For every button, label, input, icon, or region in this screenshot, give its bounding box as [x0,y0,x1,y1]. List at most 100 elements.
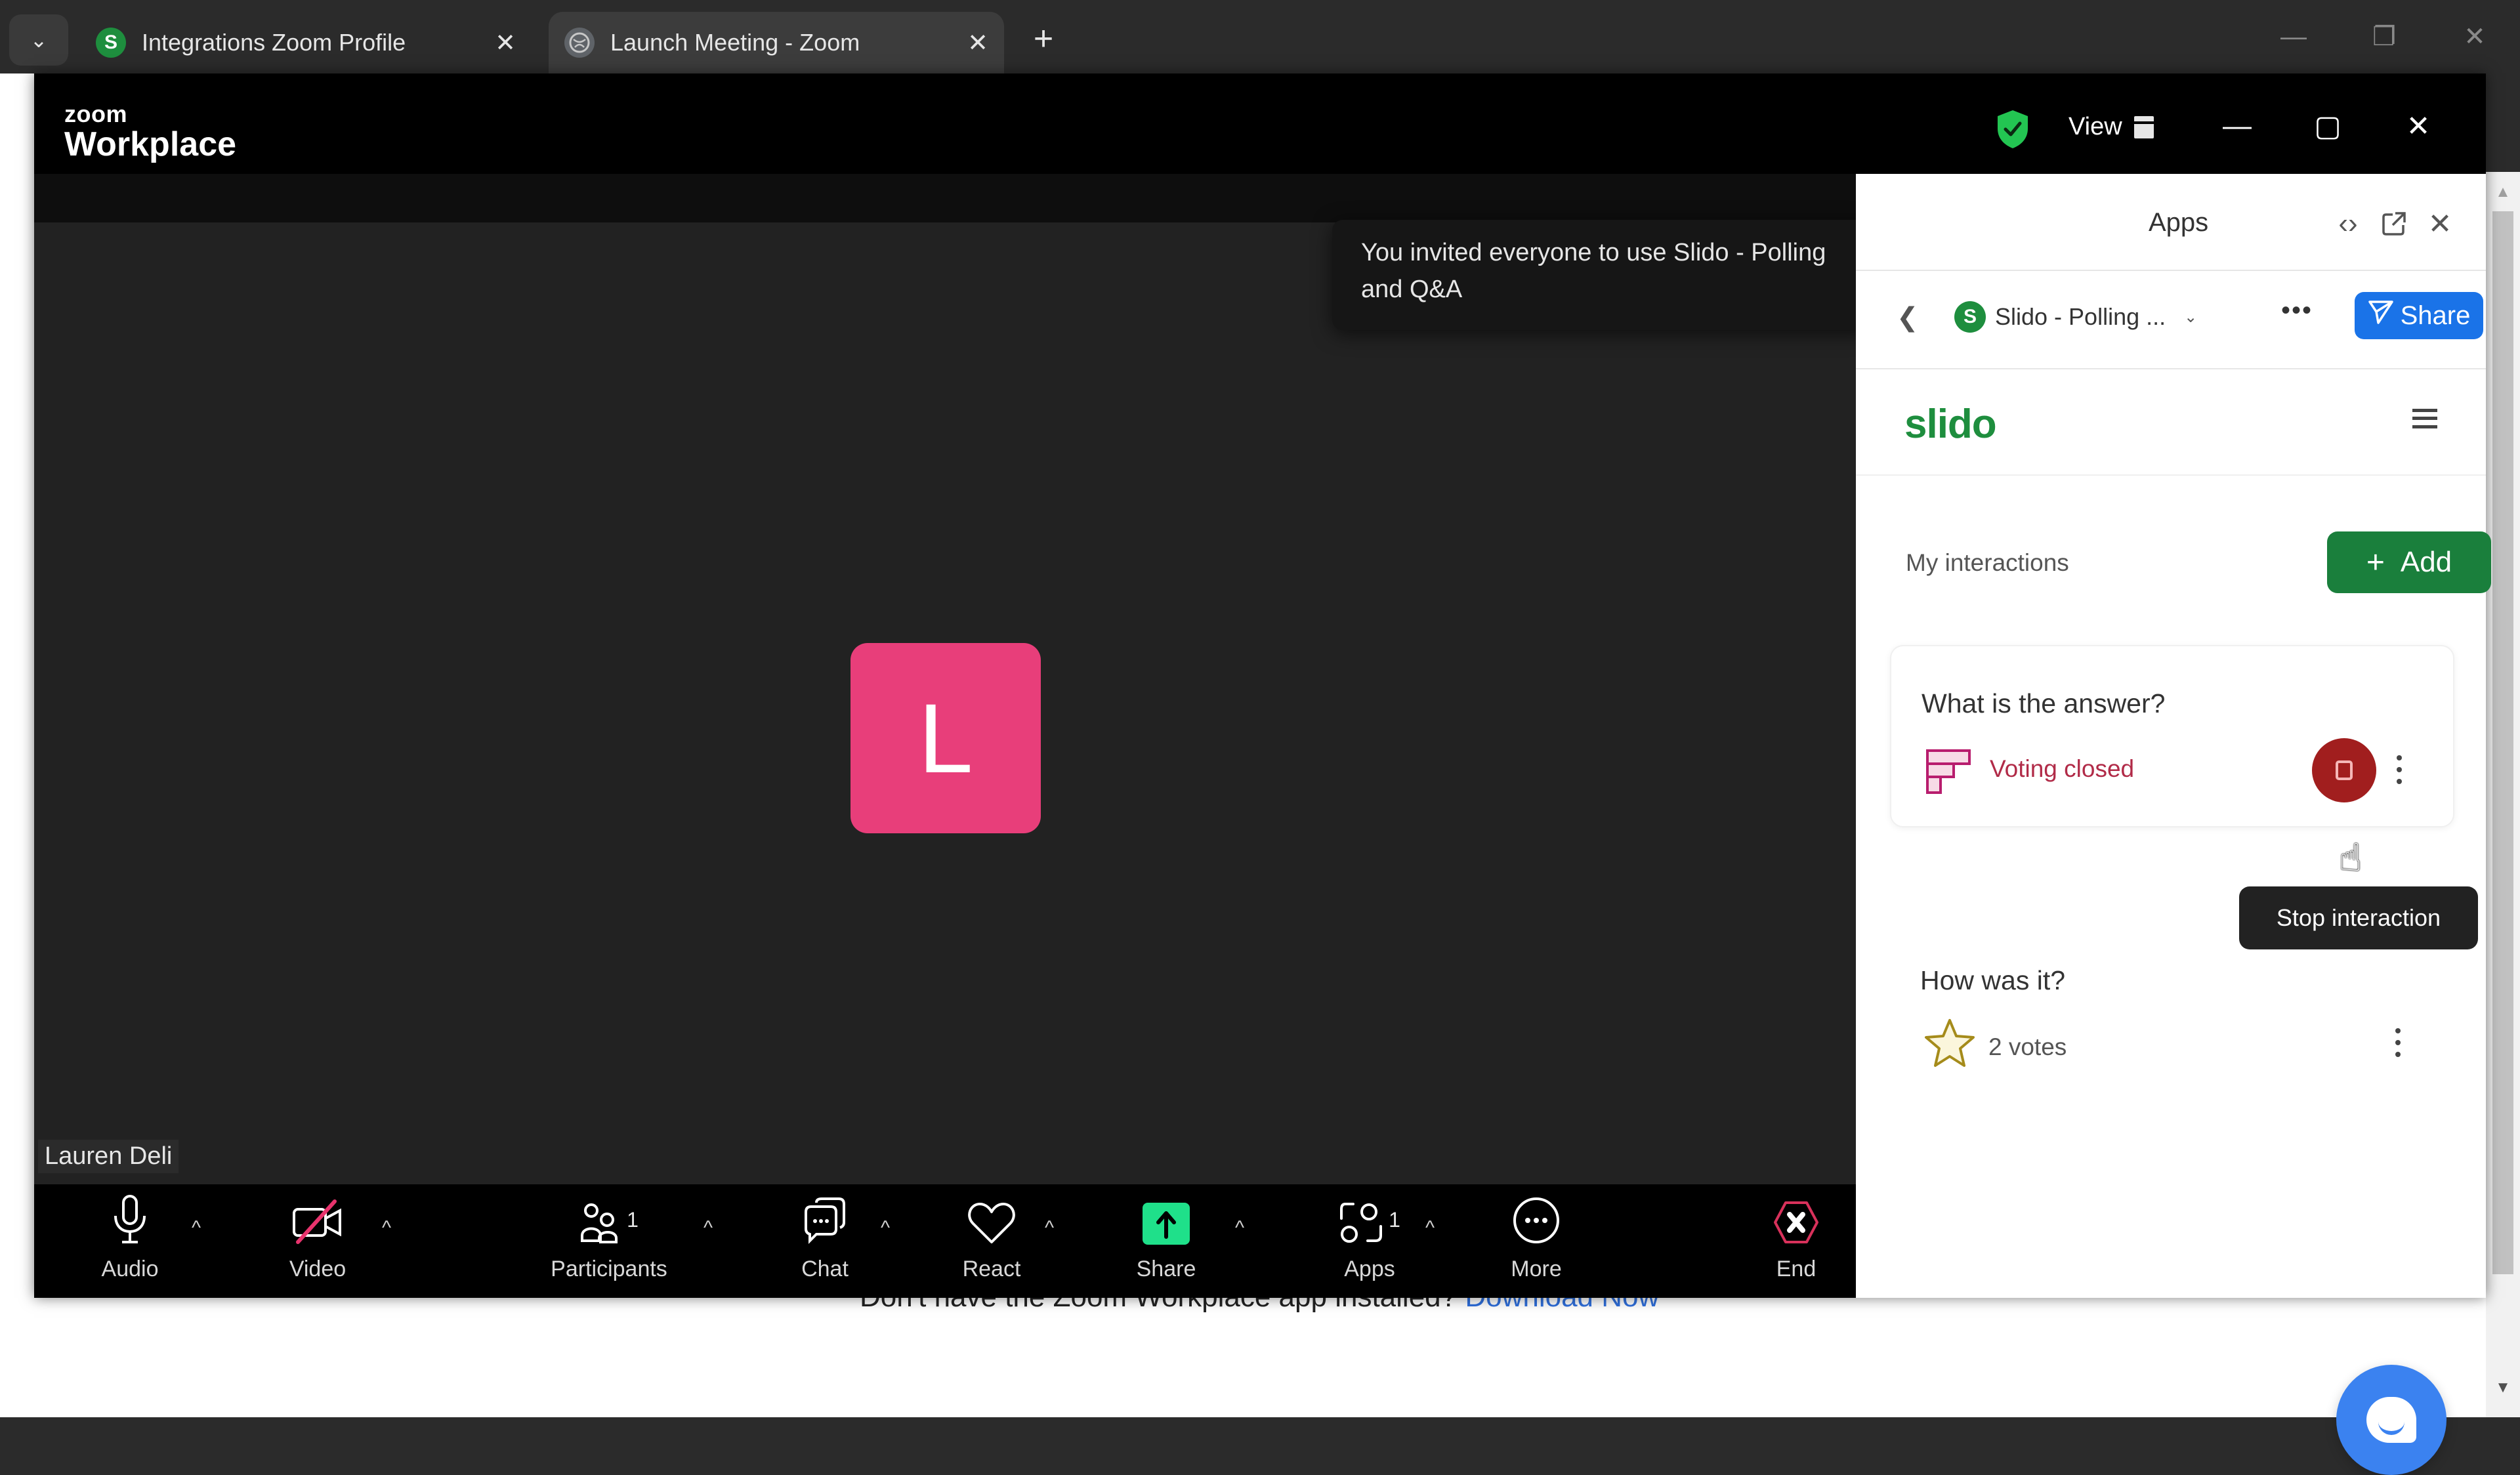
apps-icon: 1 [1339,1184,1400,1250]
chat-icon [802,1184,848,1250]
scroll-up-arrow-icon[interactable]: ▲ [2486,176,2520,209]
browser-restore-button[interactable]: ❐ [2339,0,2429,73]
apps-side-panel: Apps ‹› ✕ ❮ S Slido - Polling ... ⌄ ••• … [1856,174,2491,1298]
poll-bars-icon [1926,749,1971,794]
zoom-maximize-button[interactable]: ▢ [2298,100,2357,152]
interaction-more-icon[interactable] [2393,750,2406,789]
zoom-close-button[interactable]: ✕ [2389,100,2448,152]
globe-icon [564,28,595,58]
security-shield-icon[interactable] [1995,109,2030,150]
chat-options-caret-icon[interactable]: ^ [881,1217,890,1239]
interaction-more-icon[interactable] [2391,1023,2404,1062]
star-rating-icon [1925,1019,1975,1067]
plus-icon: + [2366,545,2385,580]
video-area: L Lauren Deli You invited everyone to us… [34,174,1872,1184]
scrollbar-thumb[interactable] [2492,211,2513,1274]
video-button[interactable]: Video [272,1184,364,1298]
video-options-caret-icon[interactable]: ^ [382,1217,391,1239]
chat-button[interactable]: Chat [789,1184,861,1298]
back-chevron-icon[interactable]: ❮ [1897,302,1919,333]
participant-avatar: L [850,643,1041,833]
participants-button[interactable]: 1 Participants [543,1184,675,1298]
meeting-toolbar: Audio ^ Video ^ 1 Participants ^ Chat ^ [34,1184,1856,1298]
tab-title: Integrations Zoom Profile [142,29,406,56]
votes-count: 2 votes [1988,1033,2067,1060]
zoom-meeting-window: zoom Workplace View — ▢ ✕ L Lauren Deli … [34,73,2491,1298]
react-options-caret-icon[interactable]: ^ [1045,1217,1054,1239]
browser-minimize-button[interactable]: — [2248,0,2339,73]
share-app-button[interactable]: Share [2355,292,2483,339]
share-screen-icon [1143,1184,1190,1250]
close-tab-icon[interactable]: ✕ [486,28,525,58]
zoom-title-bar: zoom Workplace View — ▢ ✕ [34,73,2486,174]
participants-icon: 1 [579,1184,639,1250]
interaction-card-rating[interactable]: How was it? 2 votes [1890,830,2454,1067]
scroll-down-arrow-icon[interactable]: ▼ [2486,1371,2520,1404]
logo-workplace-text: Workplace [64,125,237,163]
add-label: Add [2400,546,2452,578]
view-label: View [2068,113,2122,140]
apps-panel-header: Apps ‹› ✕ [1856,174,2486,271]
close-icon: ✕ [2406,110,2431,142]
plus-icon: + [1033,20,1054,58]
share-screen-button[interactable]: Share [1130,1184,1202,1298]
video-label: Video [289,1257,346,1281]
logo-zoom-text: zoom [64,100,127,127]
slido-header: slido [1856,371,2486,476]
stop-interaction-button[interactable] [2312,738,2376,802]
slido-favicon-icon: S [96,28,126,58]
participants-label: Participants [551,1257,667,1281]
chat-bubble-icon [2366,1397,2416,1443]
browser-tab-integrations[interactable]: S Integrations Zoom Profile ✕ [85,12,532,73]
participants-options-caret-icon[interactable]: ^ [704,1217,713,1239]
browser-window-controls: — ❐ ✕ [2248,0,2520,73]
code-embed-icon[interactable]: ‹› [2328,204,2368,243]
video-off-icon [291,1184,344,1250]
help-chat-button[interactable] [2336,1365,2446,1475]
tab-title: Launch Meeting - Zoom [610,29,860,56]
chevron-down-icon: ⌄ [30,28,48,52]
react-label: React [962,1257,1021,1281]
end-meeting-button[interactable]: End [1760,1184,1832,1298]
app-more-options-icon[interactable]: ••• [2281,296,2313,325]
send-icon [2368,300,2394,331]
audio-button[interactable]: Audio [91,1184,169,1298]
share-label: Share [2400,301,2471,330]
view-button[interactable]: View [2068,113,2154,141]
app-selector-label: Slido - Polling ... [1995,303,2166,330]
browser-close-button[interactable]: ✕ [2429,0,2520,73]
restore-icon: ❐ [2372,22,2396,51]
apps-count: 1 [1389,1208,1400,1232]
share-label: Share [1136,1257,1196,1281]
pop-out-icon[interactable] [2374,204,2414,243]
notification-toast: You invited everyone to use Slido - Poll… [1332,220,1872,330]
close-panel-icon[interactable]: ✕ [2420,204,2460,243]
share-options-caret-icon[interactable]: ^ [1235,1217,1244,1239]
interaction-question: What is the answer? [1922,688,2166,718]
browser-tab-launch-meeting[interactable]: Launch Meeting - Zoom ✕ [549,12,1004,73]
audio-options-caret-icon[interactable]: ^ [192,1217,201,1239]
slido-app-icon: S [1954,301,1986,333]
minimize-icon: — [2223,110,2252,142]
video-top-strip [34,174,1856,222]
tab-list-button[interactable]: ⌄ [9,14,68,66]
zoom-workplace-logo: zoom Workplace [64,100,237,163]
gallery-view-icon [2133,115,2154,138]
more-options-icon [1512,1184,1561,1250]
more-label: More [1511,1257,1562,1281]
apps-button[interactable]: 1 Apps [1320,1184,1419,1298]
page-scrollbar[interactable]: ▲ ▼ [2486,172,2520,1417]
zoom-minimize-button[interactable]: — [2208,100,2267,152]
interaction-card-poll[interactable]: What is the answer? Voting closed [1890,645,2454,827]
my-interactions-label: My interactions [1906,549,2069,576]
hamburger-menu-icon[interactable] [2412,409,2437,428]
app-selector-dropdown[interactable]: S Slido - Polling ... ⌄ [1954,301,2197,333]
more-button[interactable]: More [1500,1184,1572,1298]
react-button[interactable]: React [956,1184,1028,1298]
new-tab-button[interactable]: + [1024,17,1063,60]
audio-label: Audio [101,1257,159,1281]
apps-options-caret-icon[interactable]: ^ [1425,1217,1435,1239]
add-interaction-button[interactable]: + Add [2327,531,2491,593]
slido-logo: slido [1904,402,1997,447]
close-tab-icon[interactable]: ✕ [958,28,998,58]
